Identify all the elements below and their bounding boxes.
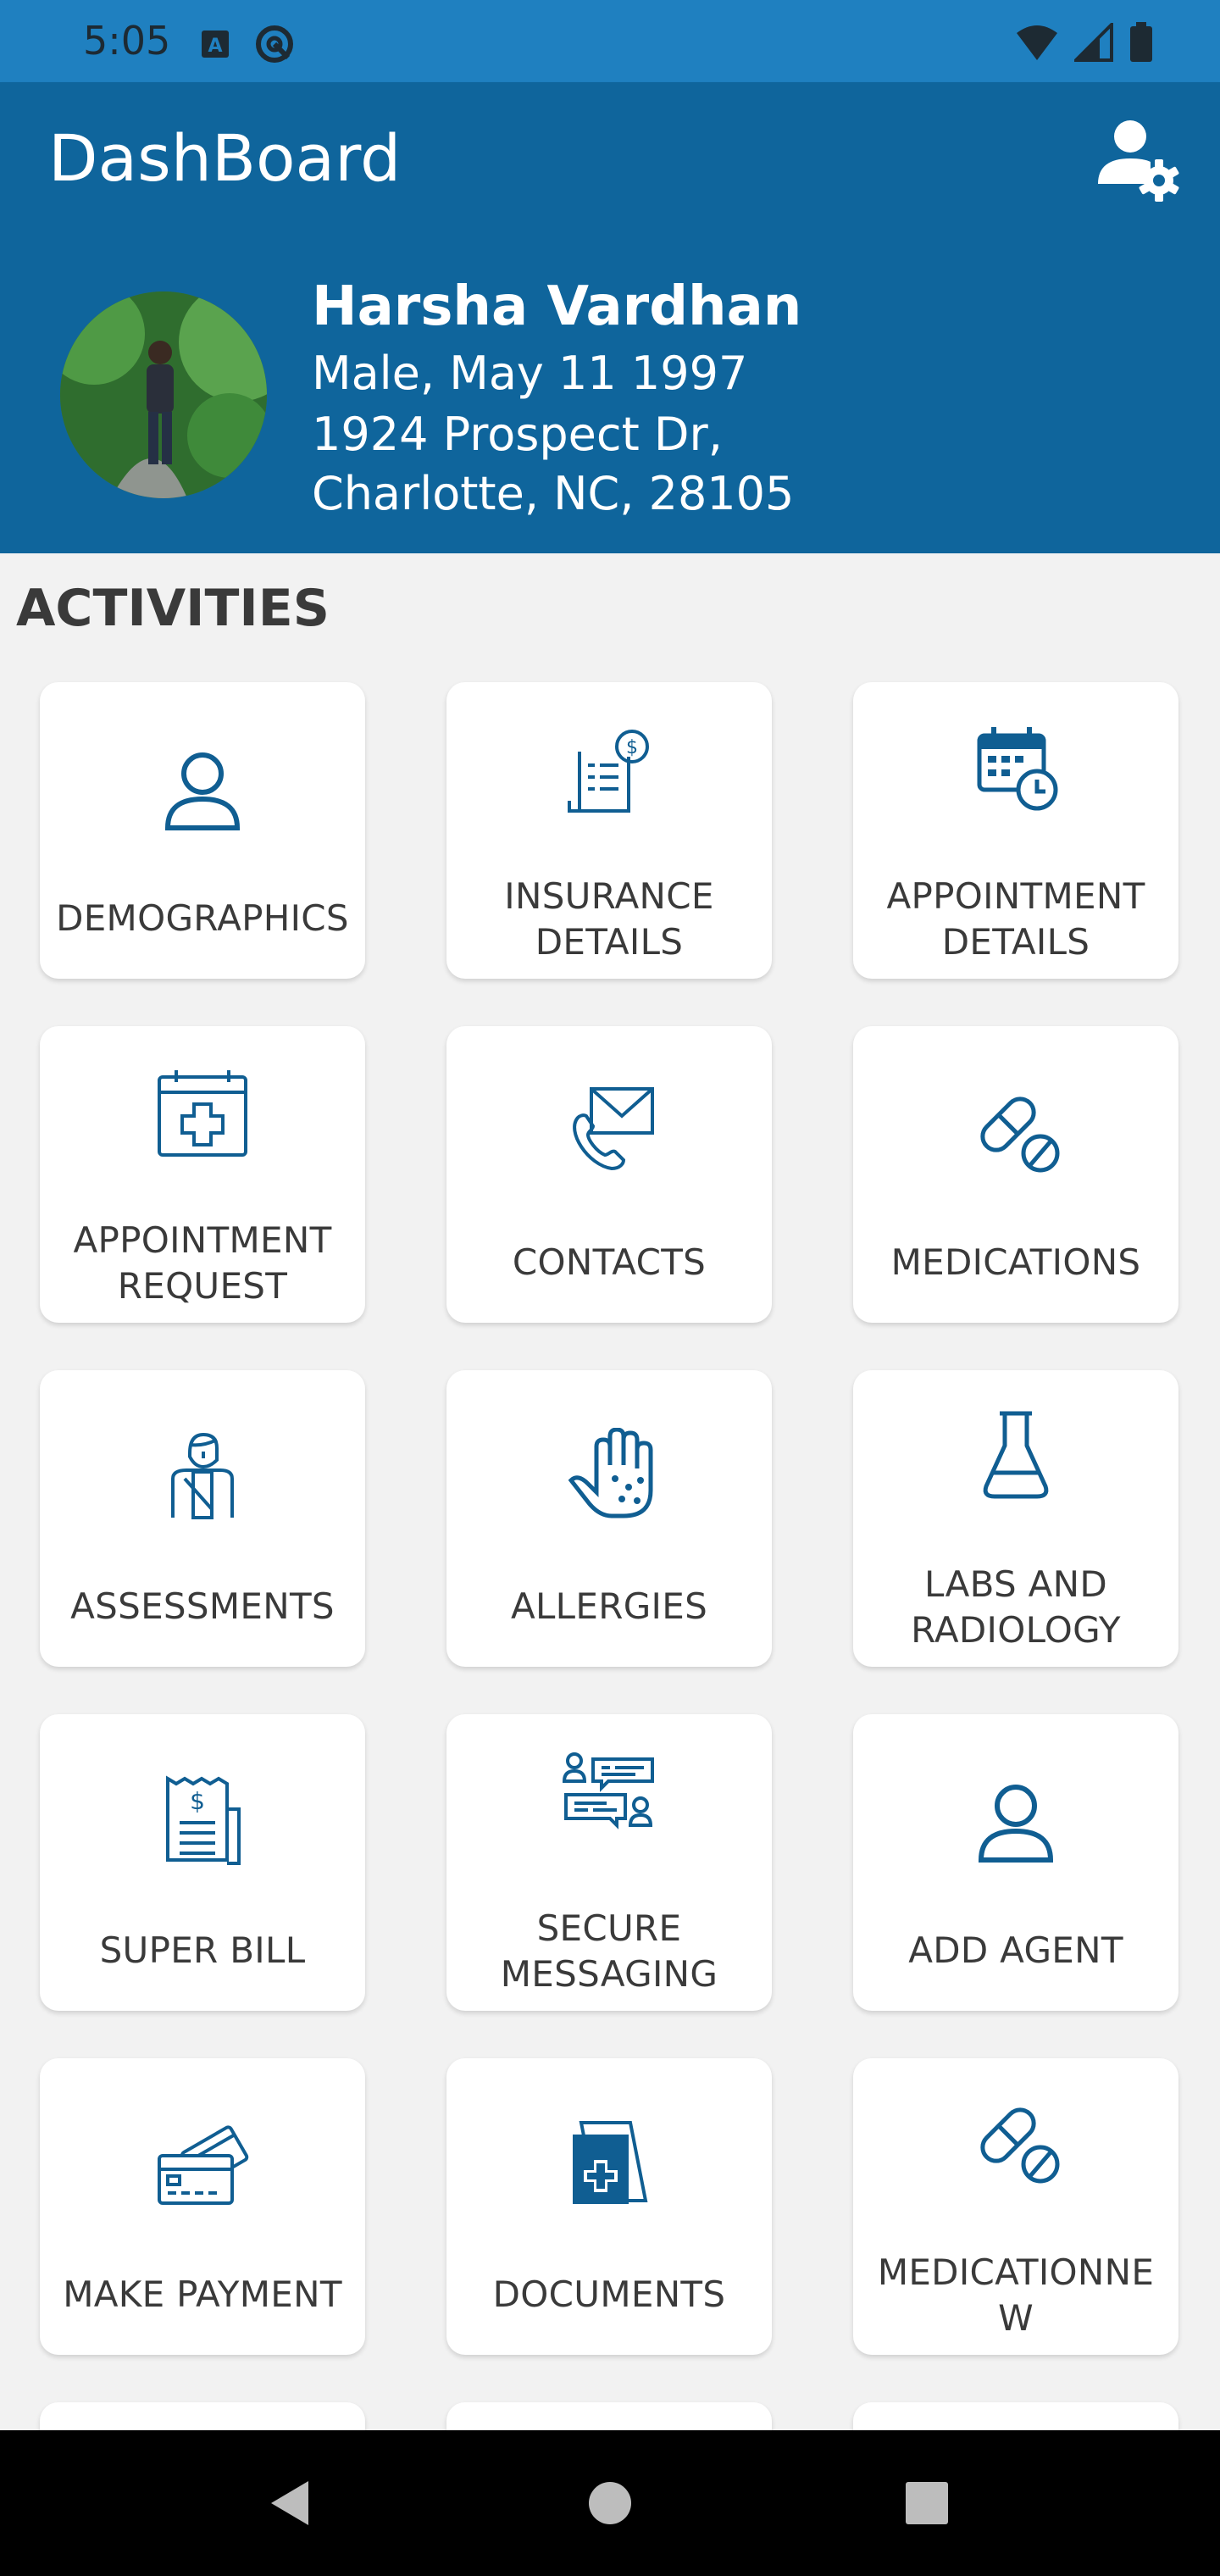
calendar-plus-icon — [156, 1067, 249, 1160]
medical-document-icon — [563, 2116, 656, 2209]
activity-card-appointment-details[interactable]: APPOINTMENT DETAILS — [853, 682, 1178, 979]
activity-card-assessments[interactable]: ASSESSMENTS — [40, 1370, 365, 1667]
person-icon — [156, 743, 249, 836]
activities-grid: DEMOGRAPHICS $ INSURANCE DETAILS APPOINT… — [0, 0, 1220, 2430]
activity-card-allergies[interactable]: ALLERGIES — [446, 1370, 772, 1667]
pill-icon — [969, 1085, 1062, 1179]
activity-card-labs-and-radiology[interactable]: LABS AND RADIOLOGY — [853, 1370, 1178, 1667]
home-icon[interactable] — [581, 2474, 639, 2532]
back-icon[interactable] — [263, 2474, 320, 2532]
activity-card-partial[interactable] — [446, 2402, 772, 2430]
activity-card-demographics[interactable]: DEMOGRAPHICS — [40, 682, 365, 979]
svg-text:$: $ — [190, 1787, 205, 1815]
recents-icon[interactable] — [898, 2474, 956, 2532]
activity-card-appointment-request[interactable]: APPOINTMENT REQUEST — [40, 1026, 365, 1323]
activity-card-medicationnew[interactable]: MEDICATIONNE W — [853, 2058, 1178, 2355]
activity-card-add-agent[interactable]: ADD AGENT — [853, 1714, 1178, 2011]
activity-card-secure-messaging[interactable]: SECURE MESSAGING — [446, 1714, 772, 2011]
activity-card-make-payment[interactable]: MAKE PAYMENT — [40, 2058, 365, 2355]
phone-envelope-icon — [563, 1084, 656, 1177]
svg-text:$: $ — [626, 737, 638, 758]
activity-card-partial[interactable] — [40, 2402, 365, 2430]
calendar-clock-icon — [969, 720, 1062, 813]
activity-card-partial[interactable] — [853, 2402, 1178, 2430]
activity-card-documents[interactable]: DOCUMENTS — [446, 2058, 772, 2355]
patient-icon — [156, 1428, 249, 1521]
activity-card-insurance-details[interactable]: $ INSURANCE DETAILS — [446, 682, 772, 979]
flask-icon — [969, 1408, 1062, 1502]
hand-allergy-icon — [563, 1427, 656, 1521]
receipt-icon: $ — [156, 1775, 249, 1868]
pill-icon — [969, 2096, 1062, 2190]
credit-card-icon — [156, 2122, 249, 2215]
chat-people-icon — [562, 1752, 656, 1846]
system-nav-bar — [0, 2430, 1220, 2576]
activity-card-contacts[interactable]: CONTACTS — [446, 1026, 772, 1323]
person-icon — [969, 1775, 1062, 1868]
insurance-bill-icon: $ — [563, 726, 656, 819]
activity-card-super-bill[interactable]: $ SUPER BILL — [40, 1714, 365, 2011]
activity-card-medications[interactable]: MEDICATIONS — [853, 1026, 1178, 1323]
